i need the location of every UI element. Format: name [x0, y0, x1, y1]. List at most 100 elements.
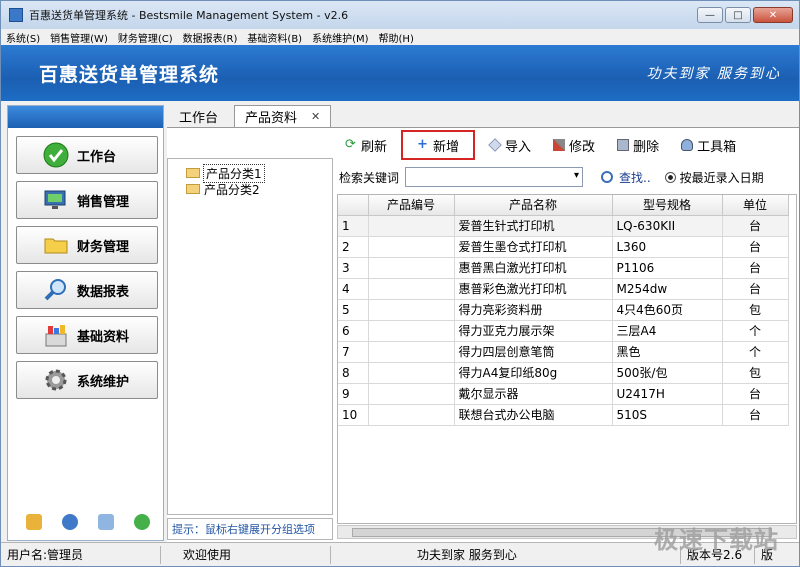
product-name: 爱普生墨仓式打印机: [454, 236, 613, 258]
folder-icon: [43, 232, 69, 258]
tools-edit-icon: [553, 139, 566, 151]
toolbox-button[interactable]: 工具箱: [673, 133, 744, 157]
nav-label: 工作台: [77, 149, 117, 165]
search-icon[interactable]: [98, 514, 114, 530]
menu-sales[interactable]: 销售管理(W): [50, 30, 108, 45]
table-row[interactable]: 9 戴尔显示器 U2417H 台: [338, 383, 789, 405]
key-icon[interactable]: [26, 514, 42, 530]
nav-basic-data-button[interactable]: 基础资料: [16, 316, 158, 354]
column-header-code[interactable]: 产品编号: [368, 195, 455, 216]
product-code: [368, 278, 455, 300]
maximize-button[interactable]: □: [725, 7, 751, 23]
product-model: P1106: [612, 257, 723, 279]
close-button[interactable]: ✕: [753, 7, 793, 23]
left-nav-panel: 工作台 销售管理 财务管理 数据报表 基础资料 系统维护: [7, 105, 164, 541]
column-header-model[interactable]: 型号规格: [612, 195, 723, 216]
row-index: 7: [338, 341, 369, 363]
menu-bar: 系统(S) 销售管理(W) 财务管理(C) 数据报表(R) 基础资料(B) 系统…: [1, 29, 799, 45]
product-code: [368, 299, 455, 321]
table-row[interactable]: 4 惠普彩色激光打印机 M254dw 台: [338, 278, 789, 300]
delete-button[interactable]: 删除: [609, 133, 667, 157]
database-icon: [681, 139, 694, 151]
nav-workbench-button[interactable]: 工作台: [16, 136, 158, 174]
tab-product-label: 产品资料: [245, 111, 298, 126]
column-header-index[interactable]: [338, 195, 369, 216]
find-button[interactable]: 查找..: [601, 169, 651, 186]
menu-finance[interactable]: 财务管理(C): [118, 30, 173, 45]
product-model: 500张/包: [612, 362, 723, 384]
column-header-unit[interactable]: 单位: [722, 195, 789, 216]
table-row[interactable]: 1 爱普生针式打印机 LQ-630KII 台: [338, 215, 789, 237]
table-row[interactable]: 6 得力亚克力展示架 三层A4 个: [338, 320, 789, 342]
nav-label: 销售管理: [77, 194, 130, 210]
tab-workbench[interactable]: 工作台: [169, 105, 228, 127]
edit-button[interactable]: 修改: [545, 133, 603, 157]
table-row[interactable]: 3 惠普黑白激光打印机 P1106 台: [338, 257, 789, 279]
folder-icon: [186, 184, 200, 194]
check-icon: [43, 142, 69, 168]
table-row[interactable]: 8 得力A4复印纸80g 500张/包包: [338, 362, 789, 384]
status-welcome: 欢迎使用: [161, 545, 331, 564]
category-tree: 产品分类1 产品分类2: [167, 158, 333, 515]
product-name: 惠普彩色激光打印机: [454, 278, 613, 300]
product-code: [368, 236, 455, 258]
app-icon: [9, 8, 23, 22]
import-button[interactable]: 导入: [481, 133, 539, 157]
tab-strip: 工作台 产品资料 ✕: [169, 105, 332, 127]
close-tab-icon[interactable]: ✕: [311, 110, 320, 123]
import-label: 导入: [505, 139, 532, 155]
table-row[interactable]: 5 得力亮彩资料册 4只4色60页包: [338, 299, 789, 321]
product-table: 产品编号 产品名称 型号规格 单位 1 爱普生针式打印机 LQ-630KII 台 2爱…: [337, 194, 797, 524]
window-title: 百惠送货单管理系统 - Bestsmile Management System …: [29, 9, 349, 22]
watermark-text: 极速下载站: [654, 526, 779, 554]
tree-item-label: 产品分类1: [203, 163, 265, 183]
status-slogan: 功夫到家 服务到心: [331, 545, 681, 564]
table-row[interactable]: 7 得力四层创意笔筒 黑色个: [338, 341, 789, 363]
product-name: 得力A4复印纸80g: [454, 362, 613, 384]
product-code: [368, 320, 455, 342]
nav-maintenance-button[interactable]: 系统维护: [16, 361, 158, 399]
product-unit: 台: [722, 383, 789, 405]
product-name: 戴尔显示器: [454, 383, 613, 405]
sort-by-date-radio[interactable]: 按最近录入日期: [664, 169, 764, 186]
minimize-button[interactable]: —: [697, 7, 723, 23]
nav-label: 系统维护: [77, 374, 130, 390]
table-row[interactable]: 2 爱普生墨仓式打印机 L360 台: [338, 236, 789, 258]
tree-item[interactable]: 产品分类2: [168, 181, 332, 197]
menu-maintenance[interactable]: 系统维护(M): [312, 30, 368, 45]
nav-finance-button[interactable]: 财务管理: [16, 226, 158, 264]
row-index: 9: [338, 383, 369, 405]
add-label: 新增: [433, 139, 460, 155]
nav-sales-button[interactable]: 销售管理: [16, 181, 158, 219]
product-unit: 包: [722, 299, 789, 321]
tree-item[interactable]: 产品分类1: [168, 163, 332, 183]
product-unit: 台: [722, 215, 789, 237]
product-model: U2417H: [612, 383, 723, 405]
refresh-button[interactable]: ⟳ 刷新: [337, 133, 395, 157]
row-index: 10: [338, 404, 369, 426]
table-header-row: 产品编号 产品名称 型号规格 单位: [338, 195, 789, 216]
product-model: M254dw: [612, 278, 723, 300]
product-name: 爱普生针式打印机: [454, 215, 613, 237]
menu-help[interactable]: 帮助(H): [379, 30, 414, 45]
nav-reports-button[interactable]: 数据报表: [16, 271, 158, 309]
menu-reports[interactable]: 数据报表(R): [183, 30, 238, 45]
menu-system[interactable]: 系统(S): [6, 30, 40, 45]
add-button[interactable]: + 新增: [401, 130, 476, 160]
search-keyword-combo[interactable]: [405, 167, 584, 187]
tab-product[interactable]: 产品资料 ✕: [234, 105, 332, 127]
radio-label: 按最近录入日期: [679, 170, 764, 185]
hint-text: 提示：鼠标右键展开分组选项: [167, 518, 333, 540]
app-window: 百惠送货单管理系统 - Bestsmile Management System …: [0, 0, 800, 567]
row-index: 4: [338, 278, 369, 300]
green-arrow-icon[interactable]: [134, 514, 150, 530]
product-unit: 台: [722, 236, 789, 258]
menu-basic-data[interactable]: 基础资料(B): [247, 30, 302, 45]
product-code: [368, 362, 455, 384]
clock-icon[interactable]: [62, 514, 78, 530]
table-row[interactable]: 10 联想台式办公电脑 510S 台: [338, 404, 789, 426]
search-icon: [601, 171, 614, 183]
product-model: LQ-630KII: [612, 215, 723, 237]
find-label: 查找..: [619, 170, 651, 185]
column-header-name[interactable]: 产品名称: [454, 195, 613, 216]
